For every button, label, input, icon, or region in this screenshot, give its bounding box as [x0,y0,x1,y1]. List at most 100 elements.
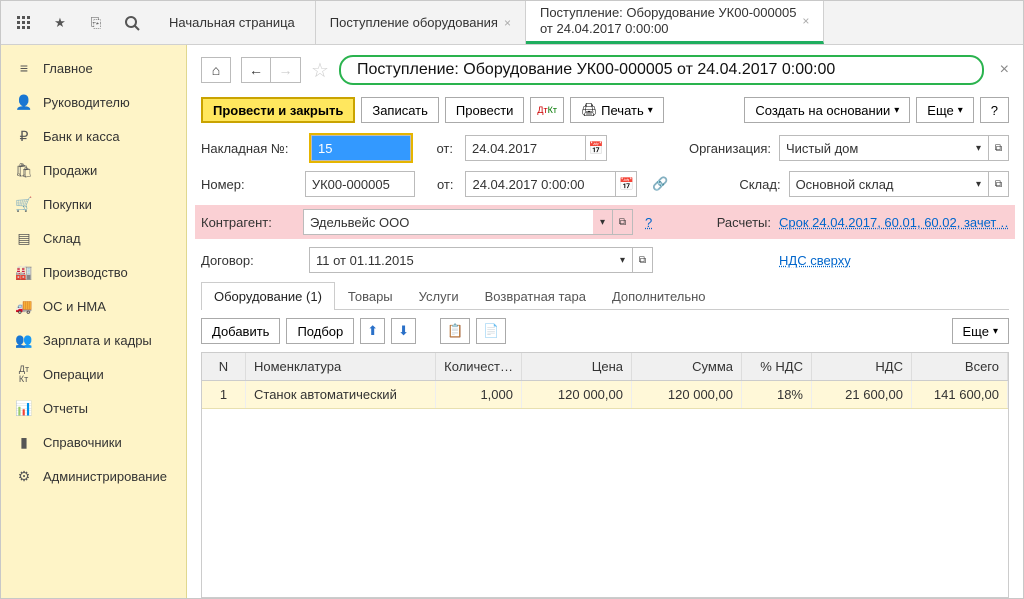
create-based-button[interactable]: Создать на основании▾ [744,97,910,123]
cart-icon: 🛒 [15,195,33,213]
tab-start-page[interactable]: Начальная страница [155,1,316,44]
help-button[interactable]: ? [980,97,1009,123]
dropdown-icon[interactable]: ▾ [969,135,989,161]
more-button[interactable]: Еще▾ [916,97,973,123]
dropdown-icon[interactable]: ▾ [969,171,989,197]
cell-price: 120 000,00 [522,381,632,408]
contragent-help-link[interactable]: ? [645,215,652,230]
apps-icon[interactable] [15,14,33,32]
close-icon[interactable]: × [504,16,511,30]
equipment-grid: N Номенклатура Количест… Цена Сумма % НД… [201,352,1009,598]
printer-icon: 🖨 [581,102,598,118]
sidebar-item-catalogs[interactable]: ▮Справочники [1,425,186,459]
sidebar-item-bank[interactable]: ₽ Банк и касса [1,119,186,153]
sidebar-item-purchases[interactable]: 🛒Покупки [1,187,186,221]
cell-total: 141 600,00 [912,381,1008,408]
sidebar-item-label: Производство [43,265,128,280]
sidebar-item-production[interactable]: 🏭 Производство [1,255,186,289]
post-button[interactable]: Провести [445,97,525,123]
datepicker-icon[interactable]: 📅 [585,135,607,161]
open-ref-icon[interactable]: ⧉ [613,209,633,235]
dropdown-icon[interactable]: ▾ [593,209,613,235]
forward-button[interactable]: → [271,57,301,83]
add-row-button[interactable]: Добавить [201,318,280,344]
open-ref-icon[interactable]: ⧉ [989,171,1009,197]
tab-equipment-list[interactable]: Поступление оборудования × [316,1,526,44]
close-icon[interactable]: × [802,14,809,28]
raschety-link[interactable]: Срок 24.04.2017, 60.01, 60.02, зачет … [779,215,1009,230]
subtab-goods[interactable]: Товары [335,282,406,310]
print-button[interactable]: 🖨 Печать▾ [570,97,664,123]
nds-link[interactable]: НДС сверху [779,253,1009,268]
col-n[interactable]: N [202,353,246,380]
label-org: Организация: [671,141,771,156]
post-and-close-button[interactable]: Провести и закрыть [201,97,355,123]
datepicker-icon[interactable]: 📅 [615,171,637,197]
star-icon[interactable]: ★ [51,14,69,32]
label-raschety: Расчеты: [671,215,771,230]
sidebar-item-salary[interactable]: 👥Зарплата и кадры [1,323,186,357]
sidebar-item-manager[interactable]: 👤Руководителю [1,85,186,119]
move-down-button[interactable]: ⬇ [391,318,416,344]
col-price[interactable]: Цена [522,353,632,380]
dtkt-button[interactable]: ДтКт [530,97,564,123]
sidebar-item-reports[interactable]: 📊Отчеты [1,391,186,425]
sidebar-item-main[interactable]: ≡Главное [1,51,186,85]
col-total[interactable]: Всего [912,353,1008,380]
save-button[interactable]: Записать [361,97,439,123]
sidebar-item-warehouse[interactable]: ▤Склад [1,221,186,255]
col-sum[interactable]: Сумма [632,353,742,380]
sidebar-item-label: Администрирование [43,469,167,484]
gear-icon: ⚙ [15,467,33,485]
search-icon[interactable] [123,14,141,32]
col-qty[interactable]: Количест… [436,353,522,380]
subtab-services[interactable]: Услуги [406,282,472,310]
open-ref-icon[interactable]: ⧉ [633,247,653,273]
close-page-icon[interactable]: × [1000,61,1009,79]
nakladnaya-date-input[interactable]: 24.04.2017 [465,135,585,161]
col-vatp[interactable]: % НДС [742,353,812,380]
cell-vat: 21 600,00 [812,381,912,408]
subtab-returnable[interactable]: Возвратная тара [472,282,599,310]
factory-icon: 🏭 [15,263,33,281]
nomer-input[interactable]: УК00-000005 [305,171,415,197]
sidebar-item-label: ОС и НМА [43,299,106,314]
org-input[interactable]: Чистый дом [779,135,969,161]
dependency-icon[interactable]: 🔗 [651,175,668,193]
cell-name: Станок автоматический [246,381,436,408]
table-row[interactable]: 1 Станок автоматический 1,000 120 000,00… [202,381,1008,409]
favorite-icon[interactable]: ☆ [311,58,329,83]
paste-button[interactable]: 📄 [476,318,506,344]
col-vat[interactable]: НДС [812,353,912,380]
sidebar-item-sales[interactable]: 🛍Продажи [1,153,186,187]
open-ref-icon[interactable]: ⧉ [989,135,1009,161]
sidebar-item-label: Руководителю [43,95,130,110]
label-contragent: Контрагент: [201,215,295,230]
contragent-input[interactable]: Эдельвейс ООО [303,209,593,235]
nomer-date-input[interactable]: 24.04.2017 0:00:00 [465,171,615,197]
truck-icon: 🚚 [15,297,33,315]
tab-document[interactable]: Поступление: Оборудование УК00-000005 от… [526,1,824,44]
subtab-equipment[interactable]: Оборудование (1) [201,282,335,310]
col-name[interactable]: Номенклатура [246,353,436,380]
copy-button[interactable]: 📋 [440,318,470,344]
sidebar-item-assets[interactable]: 🚚 ОС и НМА [1,289,186,323]
nakladnaya-number-input[interactable]: 15 [311,135,411,161]
dropdown-icon[interactable]: ▾ [613,247,633,273]
home-button[interactable]: ⌂ [201,57,231,83]
sklad-input[interactable]: Основной склад [789,171,969,197]
sidebar-item-operations[interactable]: ДтКтОперации [1,357,186,391]
table-more-button[interactable]: Еще▾ [952,318,1009,344]
back-button[interactable]: ← [241,57,271,83]
ruble-icon: ₽ [15,127,33,145]
pick-button[interactable]: Подбор [286,318,354,344]
sidebar-item-label: Банк и касса [43,129,120,144]
cell-sum: 120 000,00 [632,381,742,408]
move-up-button[interactable]: ⬆ [360,318,385,344]
sidebar-item-label: Склад [43,231,81,246]
sidebar-item-admin[interactable]: ⚙ Администрирование [1,459,186,493]
subtab-additional[interactable]: Дополнительно [599,282,719,310]
dogovor-input[interactable]: 11 от 01.11.2015 [309,247,613,273]
link-icon[interactable]: ⎘ [87,14,105,32]
tab-label: Поступление оборудования [330,15,498,31]
